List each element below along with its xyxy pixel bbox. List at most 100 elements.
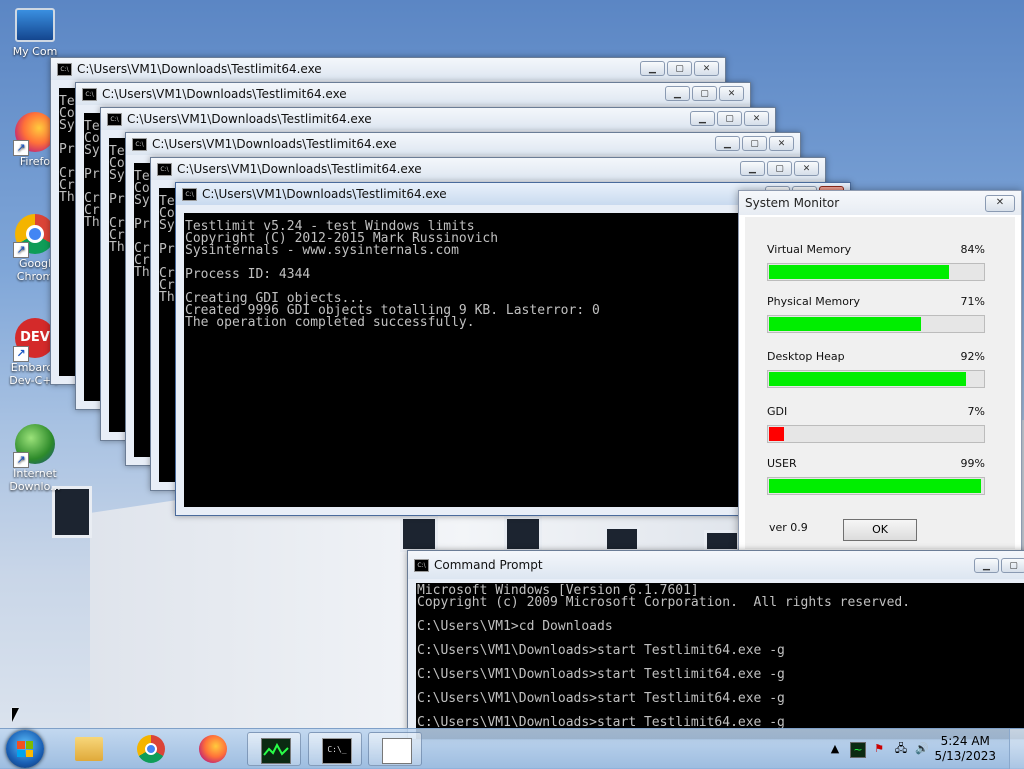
window-titlebar[interactable]: C:\ C:\Users\VM1\Downloads\Testlimit64.ex… — [51, 58, 725, 80]
meter-label: GDI — [767, 405, 788, 418]
taskbar-item-google-chrome[interactable] — [124, 732, 178, 766]
shortcut-arrow-icon: ↗ — [13, 346, 29, 362]
chrome-icon: ↗ — [13, 214, 55, 258]
window-titlebar[interactable]: C:\ C:\Users\VM1\Downloads\Testlimit64.ex… — [126, 133, 800, 155]
progress-fill — [769, 317, 921, 331]
clock-time: 5:24 AM — [940, 734, 990, 748]
meter-percent: 7% — [967, 405, 985, 418]
monitor-icon — [15, 8, 55, 42]
wallpaper-window — [504, 516, 542, 552]
taskbar-item-windows-explorer[interactable] — [62, 732, 116, 766]
dialog-titlebar[interactable]: System Monitor ✕ — [739, 191, 1021, 215]
console-app-icon: C:\ — [414, 559, 429, 572]
shortcut-arrow-icon: ↗ — [13, 452, 29, 468]
version-label: ver 0.9 — [769, 521, 808, 534]
dialog-body: Virtual Memory 84% Physical Memory 71% D… — [745, 217, 1015, 549]
minimize-button[interactable]: ▁ — [640, 61, 665, 76]
window-title: C:\Users\VM1\Downloads\Testlimit64.exe — [127, 112, 372, 126]
wallpaper-window — [704, 530, 740, 552]
window-titlebar[interactable]: C:\ C:\Users\VM1\Downloads\Testlimit64.ex… — [101, 108, 775, 130]
windows-logo-icon — [17, 741, 33, 757]
meter-label: Virtual Memory — [767, 243, 852, 256]
progress-bar — [767, 370, 985, 388]
show-desktop-button[interactable] — [1009, 729, 1024, 769]
desktop-icon-my-computer[interactable]: My Com — [0, 8, 70, 58]
network-icon[interactable]: 🖧 — [894, 742, 908, 756]
close-button[interactable]: ✕ — [694, 61, 719, 76]
minimize-button[interactable]: ▁ — [740, 161, 765, 176]
show-hidden-icons-chevron-icon[interactable]: ▲ — [828, 742, 842, 756]
start-button[interactable] — [6, 730, 44, 768]
close-button[interactable]: ✕ — [769, 136, 794, 151]
maximize-button[interactable]: ▢ — [742, 136, 767, 151]
minimize-button[interactable]: ▁ — [974, 558, 999, 573]
maximize-button[interactable]: ▢ — [667, 61, 692, 76]
minimize-button[interactable]: ▁ — [715, 136, 740, 151]
firefox-icon: ↗ — [13, 112, 55, 156]
meter-label: Desktop Heap — [767, 350, 845, 363]
application-window-icon — [382, 738, 412, 764]
window-title: C:\Users\VM1\Downloads\Testlimit64.exe — [77, 62, 322, 76]
command-prompt-window[interactable]: C:\ Command Prompt ▁ ▢ Microsoft Windows [… — [407, 550, 1024, 740]
window-titlebar[interactable]: C:\ Command Prompt ▁ ▢ — [408, 551, 1024, 579]
console-app-icon: C:\ — [82, 88, 97, 101]
window-title: C:\Users\VM1\Downloads\Testlimit64.exe — [102, 87, 347, 101]
command-prompt-icon: C:\_ — [322, 738, 352, 764]
window-title: Command Prompt — [434, 558, 543, 572]
desktop-icon-label: Downlo... — [9, 480, 61, 493]
mouse-cursor-icon — [12, 708, 19, 722]
taskbar-item-system-monitor[interactable] — [247, 732, 301, 766]
close-button[interactable]: ✕ — [719, 86, 744, 101]
desktop-icon-label: Internet — [13, 467, 57, 480]
taskbar-item-command-prompt[interactable]: C:\_ — [308, 732, 362, 766]
close-button[interactable]: ✕ — [794, 161, 819, 176]
console-output[interactable]: Microsoft Windows [Version 6.1.7601] Cop… — [416, 583, 1024, 739]
window-title: C:\Users\VM1\Downloads\Testlimit64.exe — [152, 137, 397, 151]
folder-icon — [75, 737, 103, 761]
maximize-button[interactable]: ▢ — [1001, 558, 1024, 573]
wallpaper-window — [604, 526, 640, 552]
maximize-button[interactable]: ▢ — [717, 111, 742, 126]
window-titlebar[interactable]: C:\ C:\Users\VM1\Downloads\Testlimit64.ex… — [151, 158, 825, 180]
system-monitor-dialog[interactable]: System Monitor ✕ Virtual Memory 84% Phys… — [738, 190, 1022, 556]
taskbar: C:\_ ▲ ~ ⚑ 🖧 🔊 5:24 AM 5/13/2023 — [0, 728, 1024, 769]
window-title: C:\Users\VM1\Downloads\Testlimit64.exe — [202, 187, 447, 201]
progress-bar — [767, 425, 985, 443]
firefox-icon — [199, 735, 227, 763]
meter-label: USER — [767, 457, 797, 470]
ok-button[interactable]: OK — [843, 519, 917, 541]
wallpaper-window — [52, 486, 92, 538]
taskbar-item-firefox[interactable] — [186, 732, 240, 766]
taskbar-clock[interactable]: 5:24 AM 5/13/2023 — [934, 734, 996, 764]
clock-date: 5/13/2023 — [934, 749, 996, 763]
maximize-button[interactable]: ▢ — [767, 161, 792, 176]
chrome-icon — [137, 735, 165, 763]
progress-fill — [769, 427, 784, 441]
progress-fill — [769, 265, 949, 279]
progress-bar — [767, 263, 985, 281]
shortcut-arrow-icon: ↗ — [13, 140, 29, 156]
desktop-icon-internet-download-manager[interactable]: ↗ Internet Downlo... — [0, 424, 70, 493]
close-button[interactable]: ✕ — [985, 195, 1015, 212]
minimize-button[interactable]: ▁ — [690, 111, 715, 126]
window-titlebar[interactable]: C:\ C:\Users\VM1\Downloads\Testlimit64.ex… — [76, 83, 750, 105]
console-app-icon: C:\ — [182, 188, 197, 201]
meter-percent: 99% — [960, 457, 985, 470]
progress-fill — [769, 372, 966, 386]
progress-bar — [767, 315, 985, 333]
progress-fill — [769, 479, 981, 493]
performance-monitor-tray-icon[interactable]: ~ — [850, 742, 866, 758]
shortcut-arrow-icon: ↗ — [13, 242, 29, 258]
minimize-button[interactable]: ▁ — [665, 86, 690, 101]
dev-cpp-icon: DEV ↗ — [13, 318, 55, 362]
close-button[interactable]: ✕ — [744, 111, 769, 126]
volume-icon[interactable]: 🔊 — [915, 742, 929, 756]
taskbar-item-testlimit[interactable] — [368, 732, 422, 766]
idm-globe-icon: ↗ — [13, 424, 55, 468]
progress-bar — [767, 477, 985, 495]
wallpaper-window — [400, 516, 438, 552]
performance-graph-icon — [261, 738, 291, 764]
meter-percent: 84% — [960, 243, 985, 256]
action-center-flag-icon[interactable]: ⚑ — [872, 742, 886, 756]
maximize-button[interactable]: ▢ — [692, 86, 717, 101]
